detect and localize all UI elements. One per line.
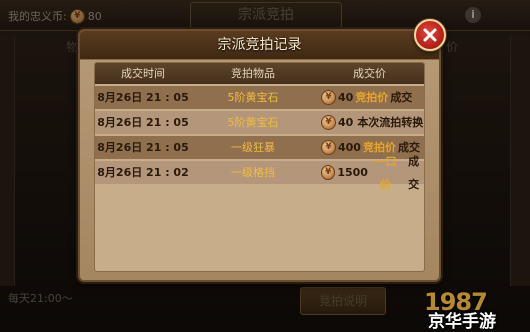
table-header: 成交时间 竞拍物品 成交价	[95, 63, 424, 84]
row-time: 8月26日 21 : 05	[97, 116, 189, 129]
close-button[interactable]	[414, 19, 446, 51]
row-price: ¥ 1500 一口价 成交	[315, 155, 424, 191]
column-header-time: 成交时间	[121, 67, 165, 80]
close-icon	[423, 28, 437, 42]
table-row: 8月26日 21 : 05 5阶黄宝石 ¥ 40 本次流拍转换	[95, 111, 424, 134]
price-type: 一口价	[374, 154, 397, 191]
price-value: 400	[338, 141, 361, 154]
table-row: 8月26日 21 : 02 一级格挡 ¥ 1500 一口价 成交	[95, 155, 424, 191]
column-header-item: 竞拍物品	[231, 67, 275, 80]
row-item: 一级格挡	[231, 166, 275, 179]
dialog-title: 宗派竞拍记录	[217, 37, 302, 53]
row-item: 5阶黄宝石	[227, 116, 279, 129]
table-row: 8月26日 21 : 05 5阶黄宝石 ¥ 40 竞拍价 成交	[95, 86, 424, 109]
row-price: ¥ 40 本次流拍转换	[315, 111, 424, 134]
row-price: ¥ 40 竞拍价 成交	[315, 86, 424, 109]
price-value: 40	[338, 116, 354, 129]
row-time: 8月26日 21 : 05	[97, 91, 189, 104]
price-note: 成交	[408, 154, 420, 191]
coin-icon: ¥	[321, 140, 336, 155]
row-item: 5阶黄宝石	[227, 91, 279, 104]
row-time: 8月26日 21 : 05	[97, 141, 189, 154]
price-value: 40	[338, 91, 354, 104]
auction-record-dialog: 宗派竞拍记录 成交时间 竞拍物品 成交价 8月26日 21 : 05 5阶黄宝石…	[78, 29, 441, 282]
auction-record-table: 成交时间 竞拍物品 成交价 8月26日 21 : 05 5阶黄宝石 ¥ 40 竞…	[94, 62, 425, 272]
price-note: 成交	[390, 91, 413, 104]
coin-icon: ¥	[321, 90, 336, 105]
row-time: 8月26日 21 : 02	[97, 166, 189, 179]
watermark-text: 京华手游	[428, 312, 496, 332]
price-note: 本次流拍转换	[357, 116, 424, 129]
price-type: 竞拍价	[355, 91, 389, 104]
row-item: 一级狂暴	[231, 141, 275, 154]
price-value: 1500	[337, 166, 368, 179]
column-header-price: 成交价	[353, 67, 386, 80]
coin-icon: ¥	[321, 165, 336, 180]
coin-icon: ¥	[321, 115, 336, 130]
